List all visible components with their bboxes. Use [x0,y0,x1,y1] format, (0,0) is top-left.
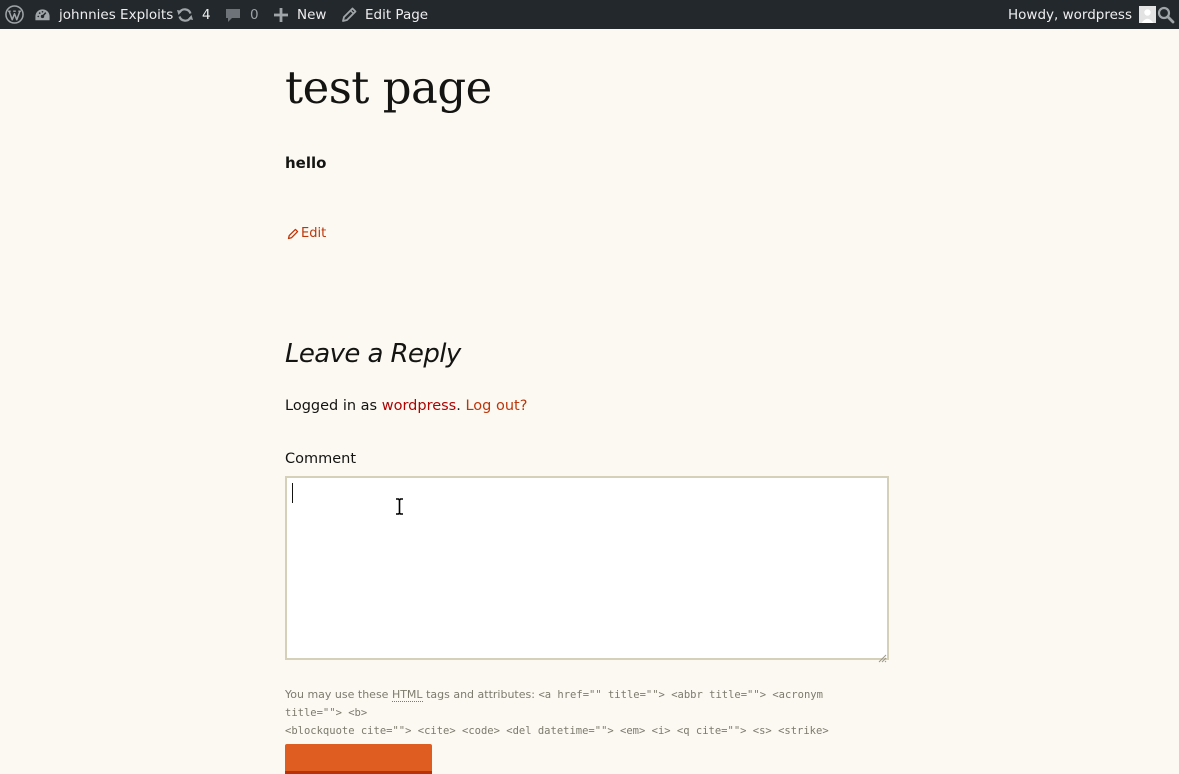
allowed-intro: You may use these [285,688,389,701]
resize-grip-icon[interactable] [877,648,887,663]
my-account-menu[interactable]: Howdy, wordpress [1008,0,1156,29]
wordpress-menu[interactable] [0,0,28,29]
pencil-icon [287,228,299,240]
edit-page-label: Edit Page [365,6,429,23]
updates-menu[interactable]: 4 [176,0,211,29]
text-caret [292,483,293,503]
admin-bar: johnnies Exploits 4 0 New Edit Page Howd… [0,0,1179,29]
reply-title: Leave a Reply [285,339,461,369]
profile-link[interactable]: wordpress [382,398,457,414]
page-title: test page [285,61,492,114]
html-abbr: HTML [391,688,423,702]
howdy-label: Howdy, wordpress [1008,6,1132,23]
comment-textarea[interactable] [285,476,889,660]
edit-page-menu[interactable]: Edit Page [341,0,428,29]
dashboard-icon [34,7,51,23]
edit-link[interactable]: Edit [287,226,326,242]
wordpress-logo-icon [4,5,24,24]
comments-count: 0 [250,6,259,23]
site-name-menu[interactable]: johnnies Exploits [34,0,173,29]
new-content-menu[interactable]: New [274,0,326,29]
avatar-icon [1138,6,1156,23]
comments-menu[interactable]: 0 [225,0,259,29]
logged-in-prefix: Logged in as [285,398,378,414]
edit-link-label: Edit [301,226,327,241]
site-name-label: johnnies Exploits [59,6,174,23]
allowed-suffix: tags and attributes: [426,688,535,701]
search-toggle[interactable] [1157,0,1175,29]
ibeam-cursor-icon [395,498,404,519]
comment-bubble-icon [225,7,241,23]
updates-icon [176,7,194,23]
search-icon [1157,6,1175,24]
post-comment-button[interactable] [285,744,432,774]
logged-in-separator: . [456,398,461,414]
pencil-icon [341,7,357,23]
page-content: hello [285,154,327,172]
updates-count: 4 [202,6,211,23]
logout-link[interactable]: Log out? [465,398,527,414]
plus-icon [274,7,288,22]
new-label: New [297,6,327,23]
logged-in-as: Logged in as wordpress. Log out? [285,396,527,416]
comment-label: Comment [285,451,357,467]
